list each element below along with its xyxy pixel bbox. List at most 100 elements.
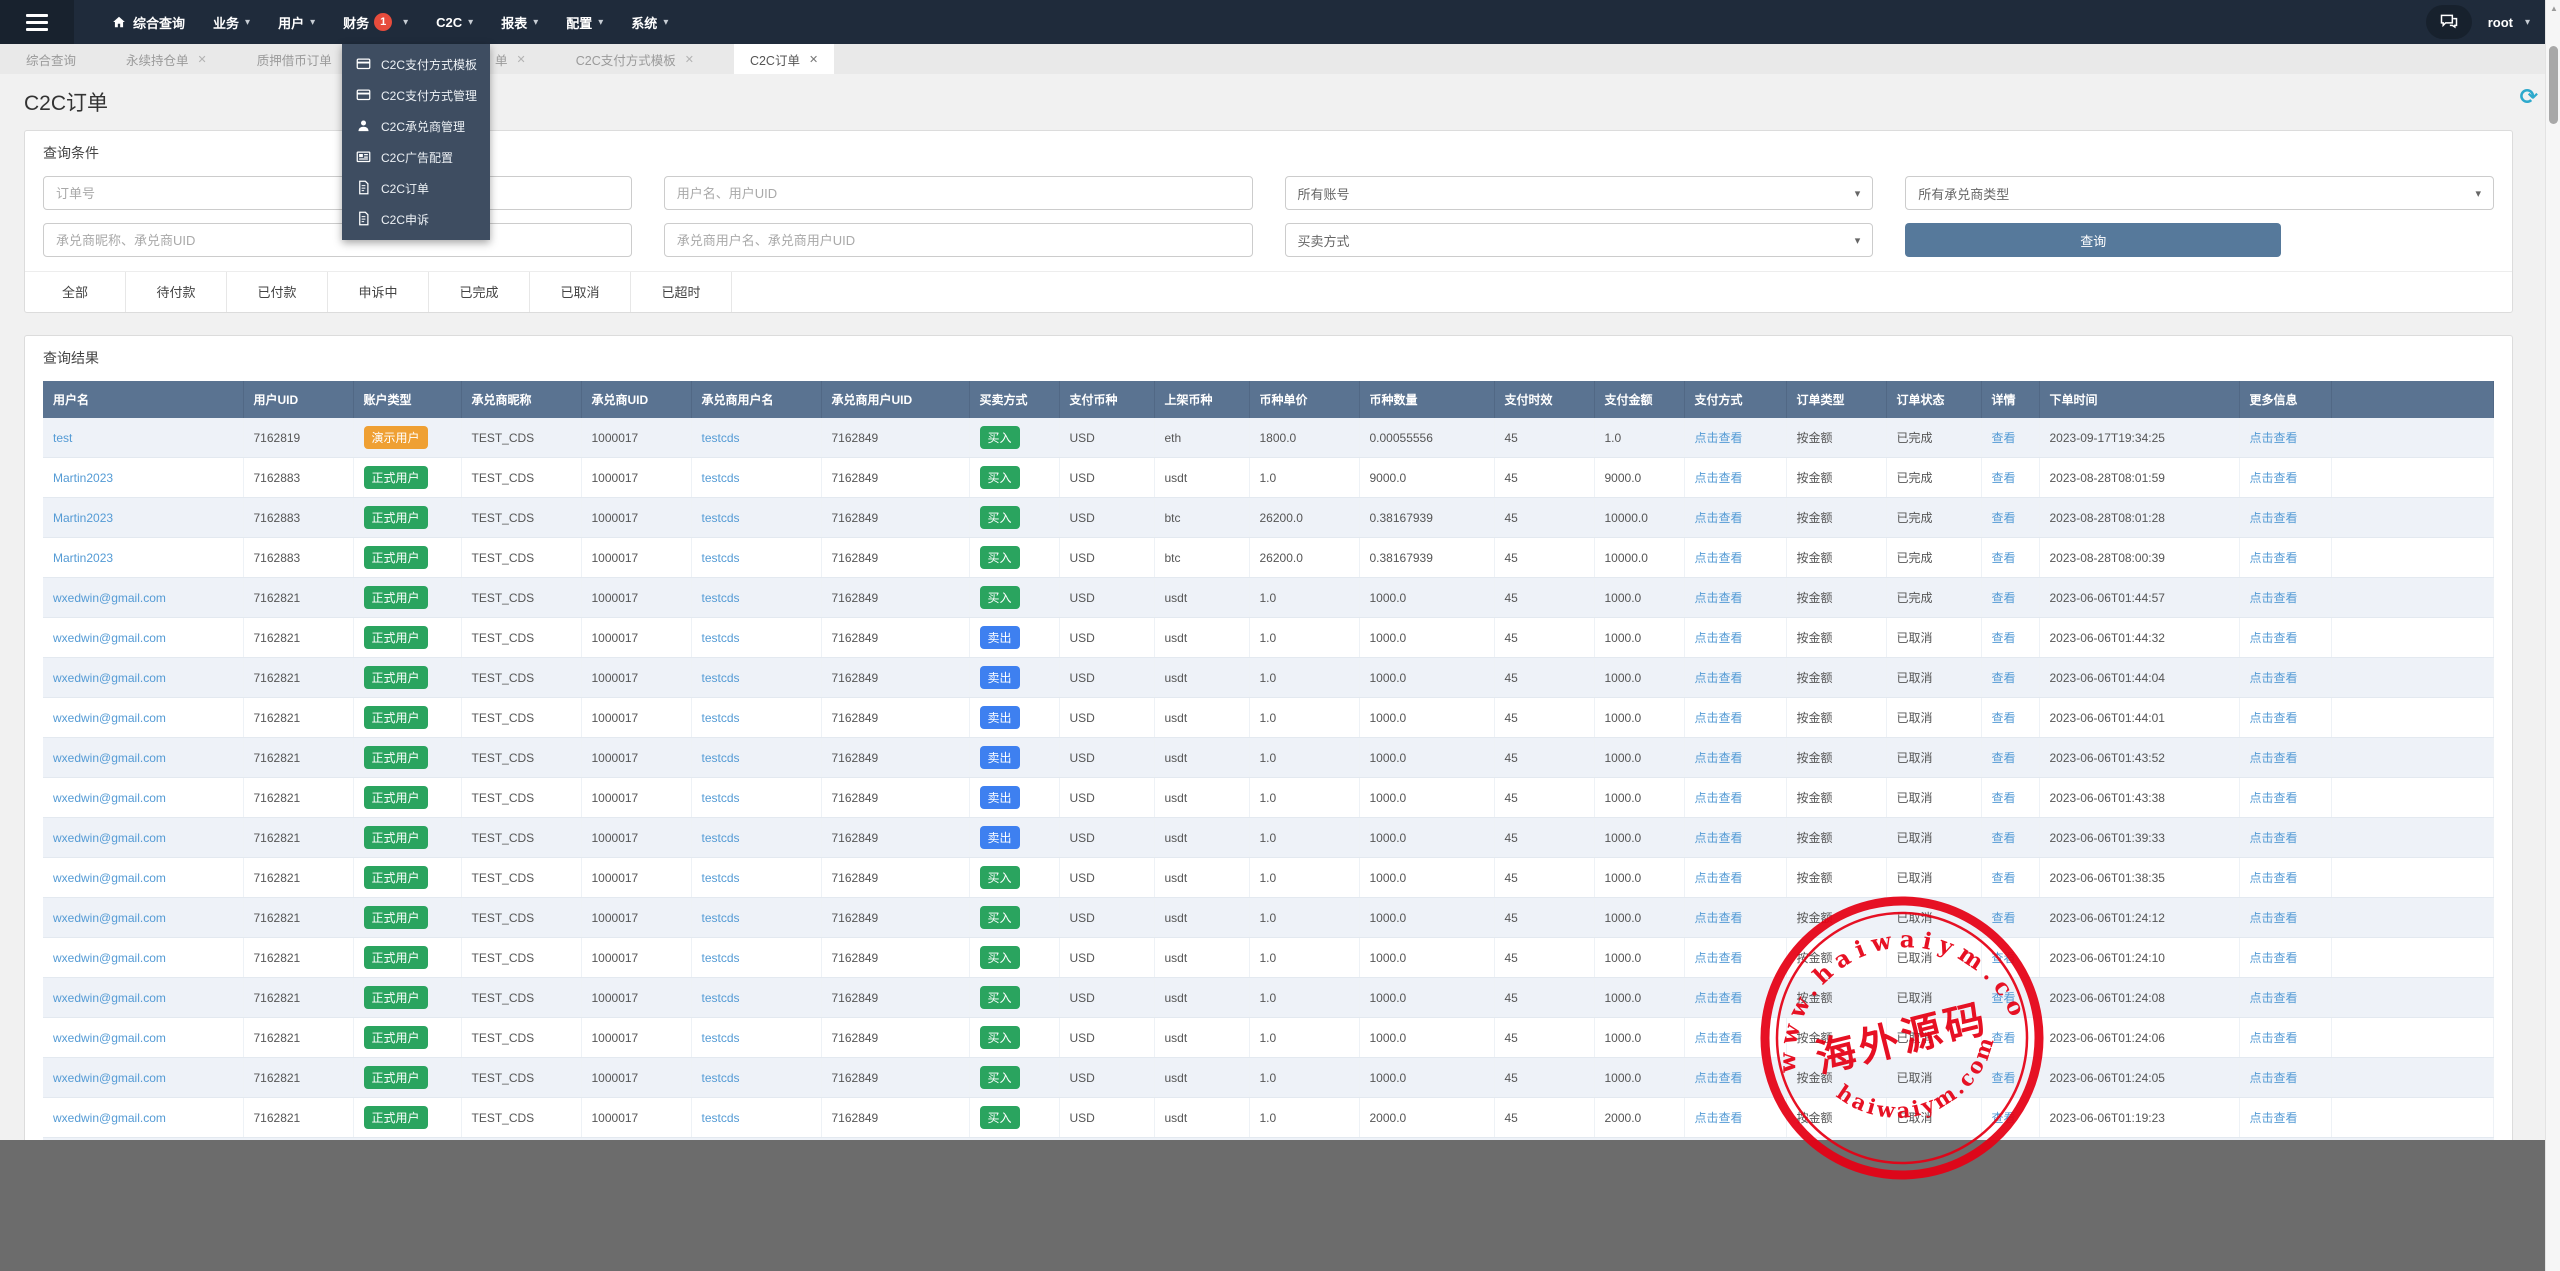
pay-method-link[interactable]: 点击查看 (1695, 511, 1743, 525)
more-info-link[interactable]: 点击查看 (2250, 591, 2298, 605)
nav-item-业务[interactable]: 业务▾ (199, 0, 264, 44)
detail-link[interactable]: 查看 (1992, 911, 2016, 925)
acceptor-input[interactable] (43, 223, 632, 257)
close-icon[interactable]: ✕ (198, 53, 207, 66)
detail-link[interactable]: 查看 (1992, 951, 2016, 965)
username-link[interactable]: test (53, 431, 72, 445)
acceptor-username-link[interactable]: testcds (702, 951, 740, 965)
pay-method-link[interactable]: 点击查看 (1695, 711, 1743, 725)
more-info-link[interactable]: 点击查看 (2250, 991, 2298, 1005)
detail-link[interactable]: 查看 (1992, 1111, 2016, 1125)
detail-link[interactable]: 查看 (1992, 791, 2016, 805)
acceptor-username-link[interactable]: testcds (702, 751, 740, 765)
more-info-link[interactable]: 点击查看 (2250, 711, 2298, 725)
filter-tab-全部[interactable]: 全部 (25, 272, 126, 312)
side-select[interactable]: 买卖方式 ▾ (1285, 223, 1874, 257)
acceptor-username-link[interactable]: testcds (702, 1111, 740, 1125)
nav-item-用户[interactable]: 用户▾ (264, 0, 329, 44)
username-link[interactable]: Martin2023 (53, 511, 113, 525)
pay-method-link[interactable]: 点击查看 (1695, 1031, 1743, 1045)
more-info-link[interactable]: 点击查看 (2250, 751, 2298, 765)
acceptor-username-link[interactable]: testcds (702, 671, 740, 685)
acceptor-username-link[interactable]: testcds (702, 711, 740, 725)
refresh-icon[interactable]: ⟳ (2520, 84, 2538, 110)
filter-tab-已完成[interactable]: 已完成 (429, 272, 530, 312)
more-info-link[interactable]: 点击查看 (2250, 871, 2298, 885)
detail-link[interactable]: 查看 (1992, 631, 2016, 645)
detail-link[interactable]: 查看 (1992, 1031, 2016, 1045)
account-select[interactable]: 所有账号 ▾ (1285, 176, 1874, 210)
close-icon[interactable]: ✕ (809, 53, 818, 66)
acceptor-username-link[interactable]: testcds (702, 1031, 740, 1045)
username-link[interactable]: wxedwin@gmail.com (53, 911, 166, 925)
menu-toggle-icon[interactable] (0, 0, 74, 44)
pay-method-link[interactable]: 点击查看 (1695, 671, 1743, 685)
scrollbar-thumb[interactable] (2549, 46, 2558, 124)
nav-item-综合查询[interactable]: 综合查询 (98, 0, 199, 44)
acceptor-type-select[interactable]: 所有承兑商类型 ▾ (1905, 176, 2494, 210)
username-link[interactable]: wxedwin@gmail.com (53, 991, 166, 1005)
filter-tab-已付款[interactable]: 已付款 (227, 272, 328, 312)
nav-item-配置[interactable]: 配置▾ (552, 0, 617, 44)
tab-C2C支付方式模板[interactable]: C2C支付方式模板✕ (566, 44, 704, 74)
pay-method-link[interactable]: 点击查看 (1695, 951, 1743, 965)
pay-method-link[interactable]: 点击查看 (1695, 791, 1743, 805)
more-info-link[interactable]: 点击查看 (2250, 1031, 2298, 1045)
order-number-input[interactable] (43, 176, 632, 210)
username-link[interactable]: wxedwin@gmail.com (53, 1031, 166, 1045)
scroll-up-icon[interactable]: ▲ (2550, 4, 2558, 13)
more-info-link[interactable]: 点击查看 (2250, 551, 2298, 565)
pay-method-link[interactable]: 点击查看 (1695, 471, 1743, 485)
close-icon[interactable]: ✕ (517, 53, 526, 66)
pay-method-link[interactable]: 点击查看 (1695, 911, 1743, 925)
detail-link[interactable]: 查看 (1992, 991, 2016, 1005)
pay-method-link[interactable]: 点击查看 (1695, 871, 1743, 885)
username-link[interactable]: wxedwin@gmail.com (53, 671, 166, 685)
pay-method-link[interactable]: 点击查看 (1695, 991, 1743, 1005)
pay-method-link[interactable]: 点击查看 (1695, 551, 1743, 565)
pay-method-link[interactable]: 点击查看 (1695, 831, 1743, 845)
tab-C2C订单[interactable]: C2C订单✕ (734, 44, 834, 74)
username-link[interactable]: wxedwin@gmail.com (53, 951, 166, 965)
pay-method-link[interactable]: 点击查看 (1695, 631, 1743, 645)
username-link[interactable]: Martin2023 (53, 471, 113, 485)
pay-method-link[interactable]: 点击查看 (1695, 431, 1743, 445)
nav-item-报表[interactable]: 报表▾ (487, 0, 552, 44)
acceptor-username-link[interactable]: testcds (702, 991, 740, 1005)
scrollbar[interactable]: ▲ (2545, 0, 2560, 1271)
more-info-link[interactable]: 点击查看 (2250, 791, 2298, 805)
acceptor-username-link[interactable]: testcds (702, 631, 740, 645)
acceptor-username-link[interactable]: testcds (702, 471, 740, 485)
more-info-link[interactable]: 点击查看 (2250, 671, 2298, 685)
search-button[interactable]: 查询 (1905, 223, 2281, 257)
filter-tab-已取消[interactable]: 已取消 (530, 272, 631, 312)
dropdown-item-C2C申诉[interactable]: C2C申诉 (342, 204, 490, 235)
pay-method-link[interactable]: 点击查看 (1695, 751, 1743, 765)
dropdown-item-C2C承兑商管理[interactable]: C2C承兑商管理 (342, 111, 490, 142)
more-info-link[interactable]: 点击查看 (2250, 911, 2298, 925)
detail-link[interactable]: 查看 (1992, 671, 2016, 685)
detail-link[interactable]: 查看 (1992, 431, 2016, 445)
pay-method-link[interactable]: 点击查看 (1695, 1111, 1743, 1125)
username-link[interactable]: wxedwin@gmail.com (53, 1111, 166, 1125)
detail-link[interactable]: 查看 (1992, 1071, 2016, 1085)
dropdown-item-C2C支付方式模板[interactable]: C2C支付方式模板 (342, 49, 490, 80)
acceptor-username-link[interactable]: testcds (702, 591, 740, 605)
tab-综合查询[interactable]: 综合查询 (16, 44, 86, 74)
username-link[interactable]: wxedwin@gmail.com (53, 1071, 166, 1085)
nav-item-系统[interactable]: 系统▾ (617, 0, 682, 44)
filter-tab-待付款[interactable]: 待付款 (126, 272, 227, 312)
more-info-link[interactable]: 点击查看 (2250, 431, 2298, 445)
username-link[interactable]: wxedwin@gmail.com (53, 591, 166, 605)
user-menu[interactable]: root ▾ (2488, 15, 2530, 30)
acceptor-username-link[interactable]: testcds (702, 831, 740, 845)
detail-link[interactable]: 查看 (1992, 471, 2016, 485)
username-link[interactable]: wxedwin@gmail.com (53, 871, 166, 885)
detail-link[interactable]: 查看 (1992, 871, 2016, 885)
detail-link[interactable]: 查看 (1992, 551, 2016, 565)
acceptor-username-link[interactable]: testcds (702, 871, 740, 885)
more-info-link[interactable]: 点击查看 (2250, 951, 2298, 965)
detail-link[interactable]: 查看 (1992, 591, 2016, 605)
filter-tab-已超时[interactable]: 已超时 (631, 272, 732, 312)
pay-method-link[interactable]: 点击查看 (1695, 1071, 1743, 1085)
